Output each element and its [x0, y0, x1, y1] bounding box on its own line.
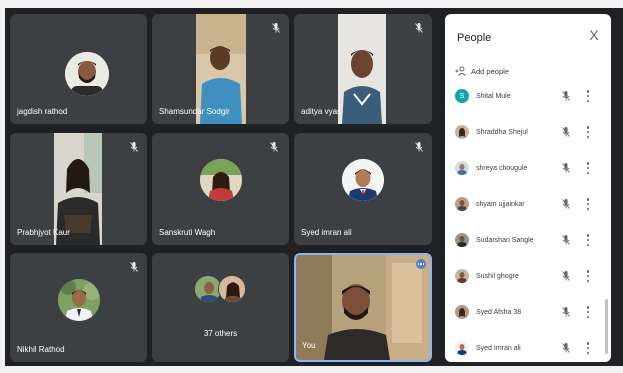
more-options-icon[interactable] [586, 198, 590, 210]
avatar [200, 159, 242, 201]
mic-off-icon [562, 127, 570, 137]
mic-off-icon [130, 142, 138, 152]
avatar [455, 269, 469, 283]
participant-name: You [302, 341, 316, 350]
participant-tile[interactable]: jagdish rathod [10, 14, 147, 124]
window-frame-top [0, 0, 623, 8]
participant-name: Syed Afsha 38 [476, 308, 522, 316]
participant-name: Sushil ghogre [476, 272, 519, 280]
participant-row[interactable]: Sudarshan Sangle [445, 222, 611, 258]
avatar [455, 233, 469, 247]
avatar [455, 161, 469, 175]
avatar [455, 125, 469, 139]
others-count: 37 others [203, 329, 238, 338]
participant-tile[interactable]: aditya vyas [294, 14, 432, 124]
participant-tile[interactable]: Shamsundar Sodgir [152, 14, 289, 124]
close-icon[interactable]: X [587, 28, 601, 42]
mic-off-icon [415, 23, 423, 33]
more-options-icon[interactable] [586, 234, 590, 246]
participant-name: Syed imran ali [301, 228, 352, 237]
mic-off-icon [415, 142, 423, 152]
mic-off-icon [562, 91, 570, 101]
participant-row[interactable]: Syed Afsha 38 [445, 294, 611, 330]
participant-name: Shital Mule [476, 92, 511, 100]
participant-name: aditya vyas [301, 107, 342, 116]
avatar [455, 341, 469, 355]
avatar [65, 52, 109, 96]
more-options-icon[interactable] [416, 259, 426, 269]
more-options-icon[interactable] [586, 162, 590, 174]
participant-row[interactable]: shyam ujjainkar [445, 186, 611, 222]
add-person-icon [455, 66, 466, 76]
avatar-initial: S [459, 92, 465, 100]
more-options-icon[interactable] [586, 126, 590, 138]
participant-tile[interactable]: Nikhil Rathod [10, 253, 147, 362]
participant-row[interactable]: Sushil ghogre [445, 258, 611, 294]
participant-name: Sudarshan Sangle [476, 236, 534, 244]
people-panel: People X Add people S Shital Mule Shradd… [445, 14, 611, 362]
participant-name: Shraddha Shejul [476, 128, 528, 136]
panel-title: People [457, 32, 492, 44]
window-frame-bottom [0, 366, 623, 373]
more-options-icon[interactable] [586, 90, 590, 102]
more-options-icon[interactable] [586, 342, 590, 354]
mic-off-icon [272, 23, 280, 33]
participant-row[interactable]: S Shital Mule [445, 78, 611, 114]
mic-off-icon [270, 142, 278, 152]
participant-tile[interactable]: Syed imran ali [294, 133, 432, 245]
add-people-button[interactable]: Add people [455, 66, 509, 76]
avatar: S [455, 89, 469, 103]
participant-row[interactable]: Syed Imran ali [445, 330, 611, 362]
participant-name: Nikhil Rathod [17, 345, 65, 354]
mic-off-icon [562, 163, 570, 173]
avatar [58, 279, 100, 321]
mic-off-icon [562, 199, 570, 209]
participant-name: Shamsundar Sodgir [159, 107, 230, 116]
more-options-icon[interactable] [586, 270, 590, 282]
window-frame-left [0, 0, 5, 373]
participant-name: Prabhjyot Kaur [17, 228, 70, 237]
participant-row[interactable]: shreya chougule [445, 150, 611, 186]
panel-scrollbar[interactable] [605, 299, 608, 354]
participant-name: shyam ujjainkar [476, 200, 525, 208]
self-view-tile[interactable]: You [294, 253, 432, 362]
more-options-icon[interactable] [586, 306, 590, 318]
participant-row[interactable]: Shraddha Shejul [445, 114, 611, 150]
mic-off-icon [562, 307, 570, 317]
mic-off-icon [130, 262, 138, 272]
avatar [455, 305, 469, 319]
participant-video [338, 14, 386, 124]
avatar [455, 197, 469, 211]
participant-name: Sanskruti Wagh [159, 228, 216, 237]
add-people-label: Add people [471, 66, 509, 76]
participant-tile[interactable]: Prabhjyot Kaur [10, 133, 147, 245]
participant-name: shreya chougule [476, 164, 528, 172]
others-tile[interactable]: 37 others [152, 253, 289, 362]
participant-name: jagdish rathod [17, 107, 68, 116]
avatar [342, 159, 384, 201]
self-video [296, 255, 430, 360]
avatar [218, 275, 246, 303]
participant-tile[interactable]: Sanskruti Wagh [152, 133, 289, 245]
mic-off-icon [562, 235, 570, 245]
participant-name: Syed Imran ali [476, 344, 521, 352]
mic-off-icon [562, 271, 570, 281]
mic-off-icon [562, 343, 570, 353]
